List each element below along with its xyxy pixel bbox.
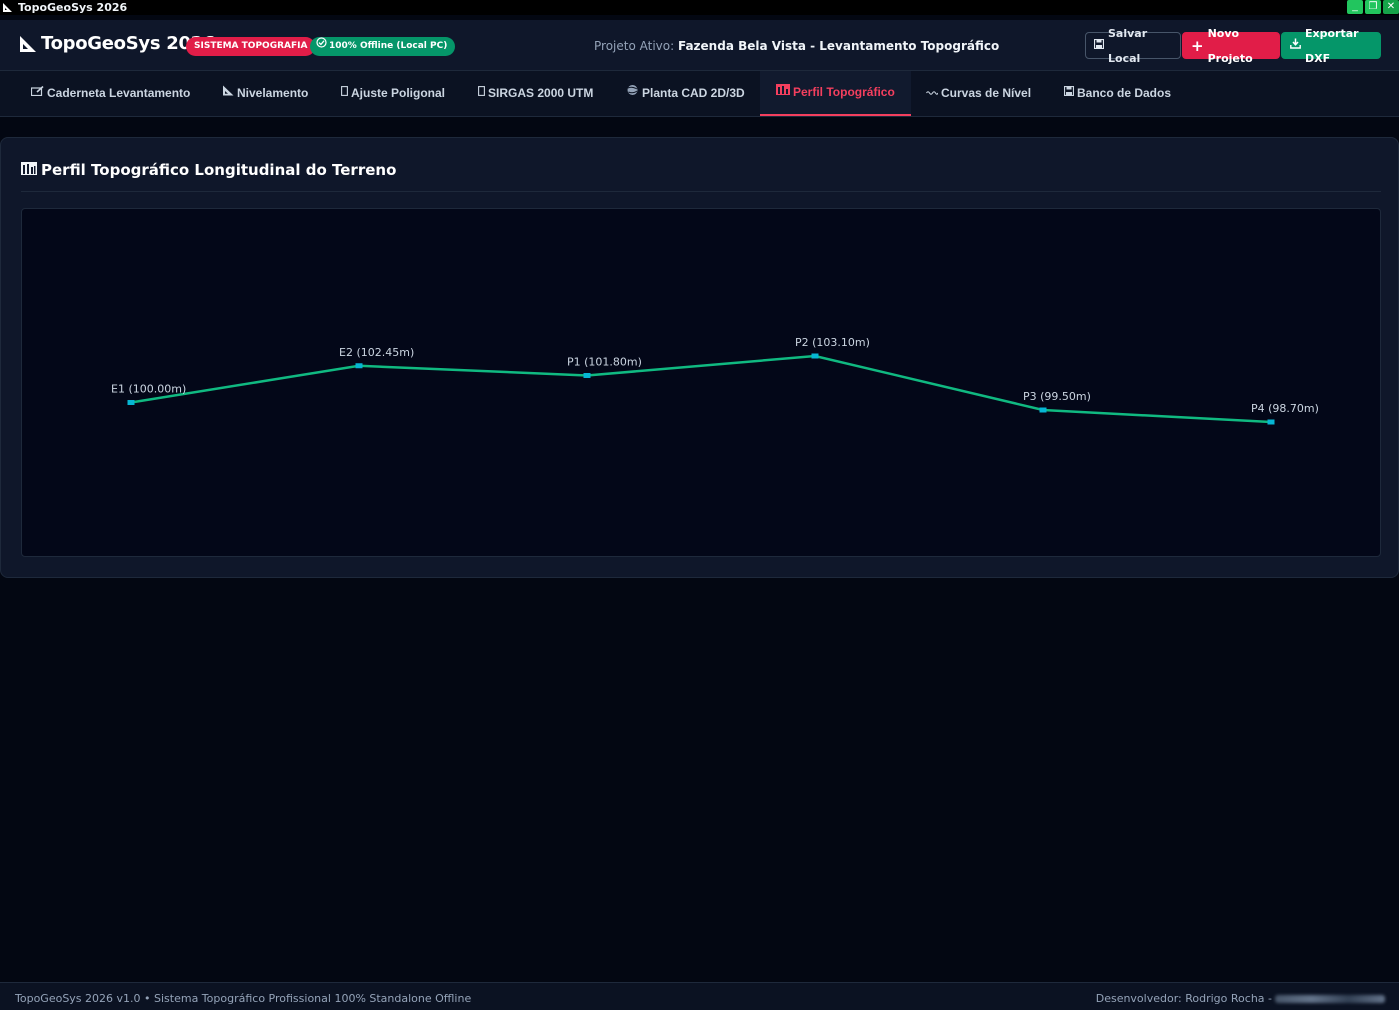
restore-button[interactable]: ❐ xyxy=(1365,0,1381,14)
point-label-e1: E1 (100.00m) xyxy=(111,383,186,396)
app-header: TopoGeoSys 2026 SISTEMA TOPOGRAFIA 100% … xyxy=(0,20,1399,71)
system-badge: SISTEMA TOPOGRAFIA xyxy=(186,37,316,56)
tab-label: Curvas de Nível xyxy=(941,86,1032,100)
close-button[interactable]: ✕ xyxy=(1383,0,1399,14)
tab-label: Nivelamento xyxy=(237,86,309,100)
panel-title: Perfil Topográfico Longitudinal do Terre… xyxy=(21,161,396,179)
point-marker-e2 xyxy=(355,363,363,369)
download-icon xyxy=(1290,33,1301,58)
point-label-e2: E2 (102.45m) xyxy=(339,346,414,359)
save-local-button[interactable]: Salvar Local xyxy=(1085,27,1181,65)
bar-chart-icon xyxy=(776,70,790,115)
status-footer: TopoGeoSys 2026 v1.0 • Sistema Topográfi… xyxy=(0,982,1399,1010)
divider xyxy=(21,191,1381,192)
notebook-icon xyxy=(30,71,44,116)
point-marker-p2 xyxy=(811,353,819,359)
tab-label: Ajuste Poligonal xyxy=(351,86,446,100)
save-local-label: Salvar Local xyxy=(1108,26,1148,65)
point-label-p4: P4 (98.70m) xyxy=(1251,402,1319,415)
profile-chart-svg: E1 (100.00m) E2 (102.45m) P1 (101.80m) P2 (… xyxy=(111,336,1319,425)
project-prefix: Projeto Ativo: xyxy=(594,39,675,53)
new-project-label: Novo Projeto xyxy=(1207,26,1253,65)
developer-text: Desenvolvedor: Rodrigo Rocha - xyxy=(1095,992,1272,1005)
tab-bar: Caderneta Levantamento Nivelamento Ajust… xyxy=(0,71,1399,117)
tab-ajuste-poligonal[interactable]: Ajuste Poligonal xyxy=(341,71,445,116)
point-label-p1: P1 (101.80m) xyxy=(567,356,642,369)
tab-caderneta[interactable]: Caderneta Levantamento xyxy=(30,71,191,116)
tab-banco-dados[interactable]: Banco de Dados xyxy=(1063,71,1172,116)
tab-label: SIRGAS 2000 UTM xyxy=(488,86,594,100)
floppy-icon xyxy=(1093,33,1105,58)
window-title: TopoGeoSys 2026 xyxy=(18,1,128,14)
export-dxf-button[interactable]: Exportar DXF xyxy=(1281,27,1381,65)
globe-icon xyxy=(626,71,639,116)
window-titlebar: TopoGeoSys 2026 _ ❐ ✕ xyxy=(0,0,1399,15)
triangle-ruler-icon xyxy=(222,71,234,116)
footer-developer: Desenvolvedor: Rodrigo Rocha - xyxy=(1096,992,1385,1005)
project-name: Fazenda Bela Vista - Levantamento Topogr… xyxy=(677,39,1000,53)
tab-label: Caderneta Levantamento xyxy=(47,86,191,100)
tab-planta-cad[interactable]: Planta CAD 2D/3D xyxy=(626,71,745,116)
redacted-contact xyxy=(1275,994,1385,1003)
offline-badge: 100% Offline (Local PC) xyxy=(310,37,456,56)
minimize-button[interactable]: _ xyxy=(1347,0,1363,14)
wave-icon xyxy=(926,71,939,116)
app-logo-icon xyxy=(2,2,14,14)
point-label-p2: P2 (103.10m) xyxy=(795,336,870,349)
export-dxf-label: Exportar DXF xyxy=(1305,26,1359,65)
point-label-p3: P3 (99.50m) xyxy=(1023,390,1091,403)
tab-label: Banco de Dados xyxy=(1077,86,1172,100)
point-marker-p1 xyxy=(583,373,591,378)
active-project: Projeto Ativo: Fazenda Bela Vista - Leva… xyxy=(594,39,999,53)
box-icon xyxy=(478,71,485,116)
plus-icon: + xyxy=(1191,36,1204,55)
tab-label: Perfil Topográfico xyxy=(793,85,895,99)
check-circle-icon xyxy=(316,37,327,56)
window-controls: _ ❐ ✕ xyxy=(1347,0,1399,14)
tab-nivelamento[interactable]: Nivelamento xyxy=(222,71,308,116)
profile-chart: E1 (100.00m) E2 (102.45m) P1 (101.80m) P2 (… xyxy=(21,208,1381,557)
box-icon xyxy=(341,71,348,116)
point-marker-e1 xyxy=(127,400,135,405)
floppy-icon xyxy=(1063,71,1075,116)
point-marker-p4 xyxy=(1267,419,1275,425)
point-marker-p3 xyxy=(1039,407,1047,413)
new-project-button[interactable]: + Novo Projeto xyxy=(1182,27,1280,65)
footer-version: TopoGeoSys 2026 v1.0 • Sistema Topográfi… xyxy=(15,992,472,1005)
triangle-ruler-icon xyxy=(18,34,38,54)
bar-chart-icon xyxy=(21,161,37,179)
offline-badge-label: 100% Offline (Local PC) xyxy=(329,41,448,51)
tab-curvas-nivel[interactable]: Curvas de Nível xyxy=(926,71,1031,116)
panel-title-text: Perfil Topográfico Longitudinal do Terre… xyxy=(41,161,397,179)
profile-panel: Perfil Topográfico Longitudinal do Terre… xyxy=(0,137,1399,578)
tab-perfil-topografico[interactable]: Perfil Topográfico xyxy=(760,71,911,116)
tab-sirgas[interactable]: SIRGAS 2000 UTM xyxy=(478,71,593,116)
tab-label: Planta CAD 2D/3D xyxy=(642,86,745,100)
profile-line xyxy=(130,354,1272,424)
